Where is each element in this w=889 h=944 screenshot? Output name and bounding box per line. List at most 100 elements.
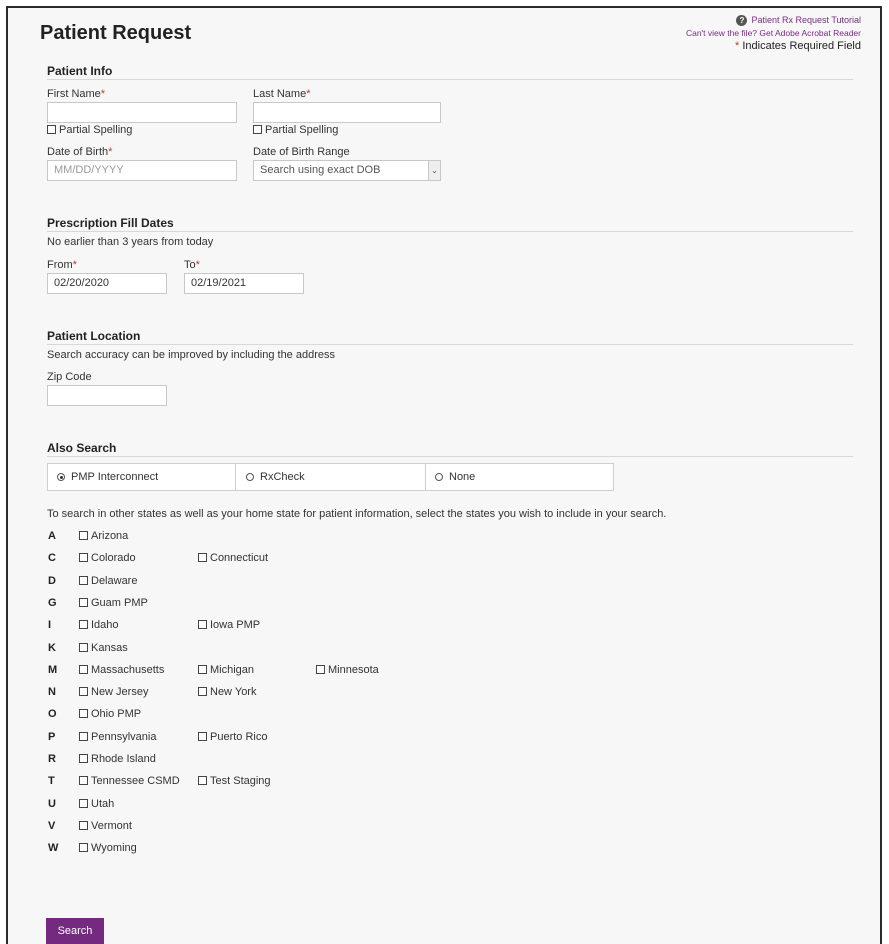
radio-rxcheck[interactable]: RxCheck: [235, 463, 426, 491]
required-asterisk: *: [100, 88, 106, 100]
radio-none[interactable]: None: [425, 463, 614, 491]
also-search-heading: Also Search: [47, 441, 117, 455]
state-label: Puerto Rico: [210, 730, 268, 743]
required-asterisk: *: [72, 259, 77, 271]
dob-input[interactable]: MM/DD/YYYY: [47, 160, 237, 181]
state-label: Idaho: [91, 619, 119, 632]
checkbox-icon[interactable]: [79, 642, 88, 652]
checkbox-icon[interactable]: [79, 843, 88, 853]
checkbox-icon[interactable]: [79, 620, 88, 630]
state-label: Tennessee CSMD: [91, 775, 180, 788]
checkbox-icon[interactable]: [79, 731, 88, 741]
from-date-input[interactable]: 02/20/2020: [47, 273, 167, 294]
radio-icon[interactable]: [246, 473, 254, 481]
checkbox-icon[interactable]: [79, 709, 88, 719]
state-checkbox-iowa-pmp[interactable]: Iowa PMP: [198, 619, 260, 631]
state-group-letter: U: [48, 797, 56, 810]
first-name-label: First Name*: [47, 88, 105, 100]
state-group-letter: A: [48, 530, 56, 542]
state-label: Delaware: [91, 574, 138, 587]
state-label: Kansas: [91, 641, 128, 654]
radio-selected-icon[interactable]: [57, 473, 65, 481]
required-asterisk: *: [195, 259, 200, 271]
state-checkbox-tennessee-csmd[interactable]: Tennessee CSMD: [79, 775, 180, 787]
to-date-input[interactable]: 02/19/2021: [184, 273, 304, 294]
radio-label: PMP Interconnect: [71, 471, 159, 483]
checkbox-icon[interactable]: [79, 664, 88, 674]
state-checkbox-vermont[interactable]: Vermont: [79, 820, 132, 832]
required-asterisk: *: [108, 146, 113, 158]
checkbox-icon[interactable]: [47, 125, 56, 134]
state-checkbox-wyoming[interactable]: Wyoming: [79, 842, 137, 854]
state-checkbox-guam-pmp[interactable]: Guam PMP: [79, 597, 148, 609]
checkbox-icon[interactable]: [198, 664, 207, 674]
checkbox-icon[interactable]: [79, 798, 88, 808]
state-checkbox-michigan[interactable]: Michigan: [198, 664, 254, 676]
last-name-input[interactable]: [253, 102, 441, 123]
state-checkbox-puerto-rico[interactable]: Puerto Rico: [198, 731, 267, 743]
state-group-letter: T: [48, 775, 55, 788]
fill-dates-note: No earlier than 3 years from today: [47, 236, 214, 248]
state-group-letter: O: [48, 708, 57, 721]
search-button[interactable]: Search: [46, 918, 104, 944]
state-checkbox-kansas[interactable]: Kansas: [79, 642, 128, 654]
state-checkbox-massachusetts[interactable]: Massachusetts: [79, 664, 164, 676]
to-label: To*: [184, 259, 200, 271]
checkbox-icon[interactable]: [79, 531, 88, 540]
checkbox-icon[interactable]: [79, 776, 88, 786]
required-asterisk: *: [306, 88, 311, 100]
state-checkbox-minnesota[interactable]: Minnesota: [316, 664, 379, 676]
last-name-label: Last Name*: [253, 88, 310, 100]
checkbox-icon[interactable]: [316, 664, 325, 674]
partial-spelling-label: Partial Spelling: [59, 124, 133, 136]
state-checkbox-ohio-pmp[interactable]: Ohio PMP: [79, 708, 141, 720]
checkbox-icon[interactable]: [79, 597, 88, 607]
first-name-input[interactable]: [47, 102, 237, 123]
checkbox-icon[interactable]: [79, 820, 88, 830]
state-checkbox-pennsylvania[interactable]: Pennsylvania: [79, 731, 156, 743]
state-label: Michigan: [210, 663, 255, 676]
checkbox-icon[interactable]: [79, 553, 88, 563]
checkbox-icon[interactable]: [79, 687, 88, 697]
chevron-down-icon[interactable]: ⌄: [428, 161, 440, 180]
state-checkbox-new-york[interactable]: New York: [198, 686, 256, 698]
state-checkbox-idaho[interactable]: Idaho: [79, 619, 119, 631]
checkbox-icon[interactable]: [198, 620, 207, 630]
section-divider: [47, 231, 853, 232]
header-links: ? Patient Rx Request Tutorial Can't view …: [686, 14, 861, 53]
acrobat-link[interactable]: Can't view the file? Get Adobe Acrobat R…: [686, 27, 861, 40]
state-checkbox-arizona[interactable]: Arizona: [79, 530, 128, 542]
dob-range-select[interactable]: Search using exact DOB ⌄: [253, 160, 441, 181]
radio-label: None: [449, 471, 476, 483]
state-checkbox-colorado[interactable]: Colorado: [79, 552, 136, 564]
radio-icon[interactable]: [435, 473, 443, 481]
state-checkbox-utah[interactable]: Utah: [79, 798, 114, 810]
state-group-letter: D: [48, 574, 56, 587]
fill-dates-heading: Prescription Fill Dates: [47, 216, 174, 230]
state-checkbox-test-staging[interactable]: Test Staging: [198, 775, 271, 787]
first-name-partial-spelling-checkbox[interactable]: Partial Spelling: [47, 124, 132, 136]
state-checkbox-rhode-island[interactable]: Rhode Island: [79, 753, 156, 765]
last-name-partial-spelling-checkbox[interactable]: Partial Spelling: [253, 124, 338, 136]
help-icon[interactable]: ?: [736, 15, 748, 26]
state-checkbox-connecticut[interactable]: Connecticut: [198, 552, 268, 564]
required-note-text: Indicates Required Field: [742, 40, 861, 52]
radio-pmp-interconnect[interactable]: PMP Interconnect: [47, 463, 236, 491]
checkbox-icon[interactable]: [198, 553, 207, 563]
tutorial-link[interactable]: Patient Rx Request Tutorial: [751, 14, 861, 27]
checkbox-icon[interactable]: [198, 687, 207, 697]
state-checkbox-new-jersey[interactable]: New Jersey: [79, 686, 148, 698]
checkbox-icon[interactable]: [253, 125, 262, 134]
state-label: New York: [210, 686, 257, 699]
location-note: Search accuracy can be improved by inclu…: [47, 349, 335, 361]
checkbox-icon[interactable]: [79, 754, 88, 763]
state-checkbox-delaware[interactable]: Delaware: [79, 575, 137, 587]
checkbox-icon[interactable]: [79, 575, 88, 585]
state-group-letter: M: [48, 663, 58, 676]
state-group-letter: W: [48, 842, 59, 855]
zip-code-input[interactable]: [47, 385, 167, 406]
checkbox-icon[interactable]: [198, 776, 207, 786]
dob-range-label: Date of Birth Range: [253, 146, 350, 158]
checkbox-icon[interactable]: [198, 731, 207, 741]
state-label: Colorado: [91, 552, 136, 565]
